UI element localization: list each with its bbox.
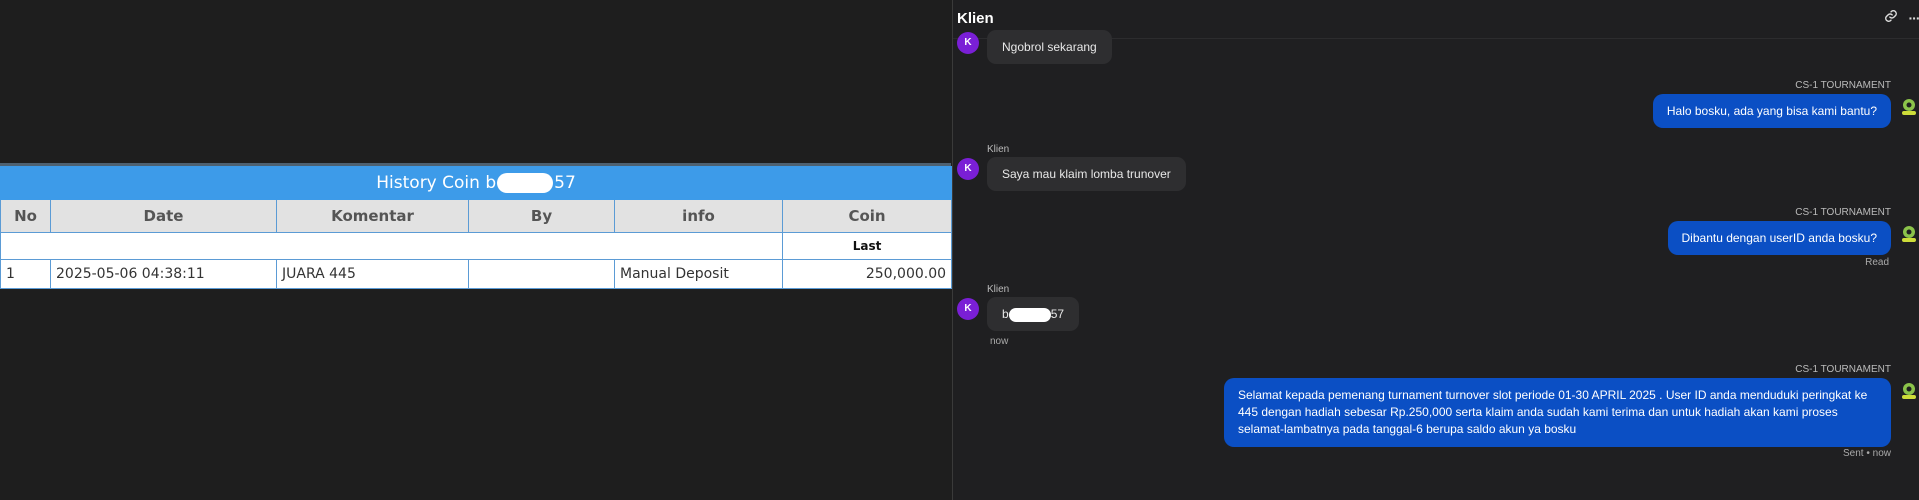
cell-date: 2025-05-06 04:38:11: [50, 259, 277, 289]
agent-avatar-icon: [1902, 383, 1916, 399]
message-outgoing: Halo bosku, ada yang bisa kami bantu?: [1652, 94, 1891, 128]
message-outgoing: Selamat kepada pemenang turnament turnov…: [1224, 378, 1891, 447]
avatar: K: [957, 298, 979, 320]
message-text-prefix: b: [1002, 307, 1009, 321]
more-options-icon[interactable]: ···: [1905, 9, 1919, 27]
cell-info: Manual Deposit: [614, 259, 783, 289]
message-incoming: Saya mau klaim lomba trunover: [987, 157, 1186, 191]
message-status: Sent • now: [1843, 448, 1891, 459]
message-sender: CS-1 TOURNAMENT: [1795, 80, 1891, 91]
history-coin-table: History Coin b 57 No Date Komentar By inf…: [0, 166, 953, 289]
message-status: now: [990, 336, 1009, 347]
message-sender: CS-1 TOURNAMENT: [1795, 207, 1891, 218]
avatar: K: [957, 32, 979, 54]
history-panel: History Coin b 57 No Date Komentar By inf…: [0, 0, 953, 500]
table-title: History Coin b 57: [0, 166, 953, 200]
message-status: Read: [1865, 257, 1889, 268]
message-incoming: b 57: [987, 297, 1080, 331]
message-sender: Klien: [987, 284, 1010, 295]
message-sender: Klien: [987, 144, 1010, 155]
cell-by: [468, 259, 615, 289]
col-header-no: No: [0, 199, 51, 233]
message-sender: CS-1 TOURNAMENT: [1795, 364, 1891, 375]
subheader-spacer: [0, 232, 783, 260]
chat-title: Klien: [957, 10, 994, 27]
message-text-suffix: 57: [1050, 307, 1065, 321]
table-row: 1 2025-05-06 04:38:11 JUARA 445 Manual D…: [0, 259, 953, 289]
col-header-date: Date: [50, 199, 277, 233]
subheader-last: Last: [781, 232, 953, 260]
message-outgoing: Dibantu dengan userID anda bosku?: [1667, 221, 1891, 255]
agent-avatar-icon: [1902, 99, 1916, 115]
table-title-prefix: History Coin b: [376, 173, 497, 193]
cell-coin: 250,000.00: [781, 259, 953, 289]
message-incoming: Ngobrol sekarang: [987, 30, 1112, 64]
chat-panel: Klien ··· K Ngobrol sekarang CS-1 TOURNA…: [953, 0, 1919, 500]
table-title-suffix: 57: [554, 173, 576, 193]
agent-avatar-icon: [1902, 226, 1916, 242]
redacted-username: [497, 173, 554, 193]
redacted-userid: [1008, 307, 1051, 322]
cell-no: 1: [0, 259, 51, 289]
col-header-komentar: Komentar: [276, 199, 469, 233]
link-icon[interactable]: [1882, 9, 1900, 27]
cell-komentar: JUARA 445: [276, 259, 469, 289]
col-header-by: By: [468, 199, 615, 233]
col-header-coin: Coin: [781, 199, 953, 233]
col-header-info: info: [614, 199, 783, 233]
avatar: K: [957, 158, 979, 180]
